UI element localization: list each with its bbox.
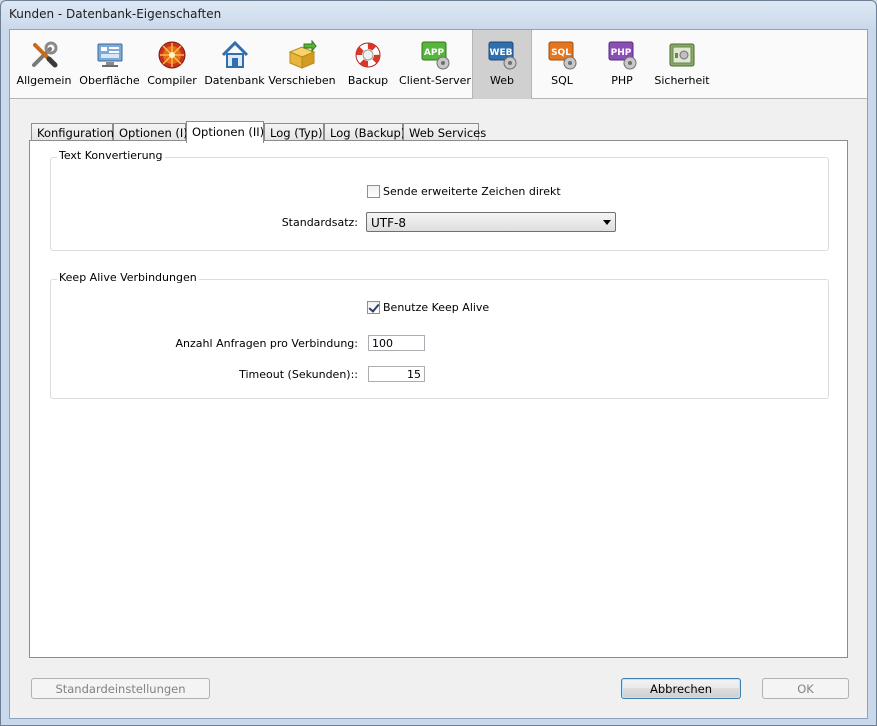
toolbar-item-label: Verschieben [268,74,336,87]
charset-label: Standardsatz: [281,216,358,229]
svg-text:SQL: SQL [551,48,571,58]
options-ii-panel: Text Konvertierung Sende erweiterte Zeic… [29,140,848,658]
group-title: Keep Alive Verbindungen [57,271,199,284]
dialog-window: Kunden - Datenbank-Eigenschaften Allgeme… [0,0,877,726]
svg-text:WEB: WEB [490,48,513,58]
toolbar-item-label: Oberfläche [79,74,140,87]
toolbar-item-oberflaeche[interactable]: Oberfläche [78,30,141,99]
tools-icon [32,41,58,68]
app-server-icon: APP [421,41,450,70]
toolbar-item-label: PHP [611,74,633,87]
text-conversion-group: Text Konvertierung Sende erweiterte Zeic… [50,149,829,251]
toolbar-item-label: Allgemein [16,74,72,87]
toolbar-item-label: Client-Server [399,74,471,87]
timeout-field[interactable]: 15 [368,366,425,382]
charset-select[interactable]: UTF-8 [366,212,616,232]
toolbar-item-label: Web [490,74,514,87]
keep-alive-group: Keep Alive Verbindungen Benutze Keep Ali… [50,271,829,399]
tab-optionen-ii[interactable]: Optionen (II) [186,121,264,143]
toolbar-item-datenbank[interactable]: Datenbank [203,30,266,99]
monitor-icon [97,43,122,67]
compiler-disc-icon [158,41,186,69]
cancel-button[interactable]: Abbrechen [621,678,741,699]
send-extended-chars-label: Sende erweiterte Zeichen direkt [383,185,561,198]
toolbar-item-backup[interactable]: Backup [338,30,398,99]
toolbar-item-web[interactable]: WEB Web [472,30,532,99]
use-keep-alive-label: Benutze Keep Alive [383,301,490,314]
toolbar-item-label: Backup [347,74,389,87]
use-keep-alive-checkbox[interactable] [367,301,380,314]
toolbar-item-client-server[interactable]: APP Client-Server [398,30,472,99]
toolbar-item-allgemein[interactable]: Allgemein [10,30,78,99]
requests-per-connection-label: Anzahl Anfragen pro Verbindung: [175,337,358,350]
ok-button[interactable]: OK [762,678,849,699]
toolbar-item-label: SQL [551,74,573,87]
php-server-icon: PHP [608,41,637,70]
defaults-button[interactable]: Standardeinstellungen [31,678,210,699]
svg-text:PHP: PHP [611,48,632,58]
toolbar-item-sicherheit[interactable]: Sicherheit [652,30,712,99]
group-title: Text Konvertierung [57,149,165,162]
category-toolbar: Allgemein Oberfläche Compiler Datenbank … [10,30,867,99]
lifebuoy-icon [355,42,381,68]
toolbar-item-sql[interactable]: SQL SQL [532,30,592,99]
safe-icon [669,43,695,67]
dialog-client-area: Allgemein Oberfläche Compiler Datenbank … [9,29,868,719]
toolbar-item-php[interactable]: PHP PHP [592,30,652,99]
timeout-label: Timeout (Sekunden):: [239,368,358,381]
send-extended-chars-checkbox[interactable] [367,185,380,198]
web-server-icon: WEB [488,41,517,70]
sql-server-icon: SQL [548,41,577,70]
toolbar-item-verschieben[interactable]: Verschieben [266,30,338,99]
toolbar-item-label: Datenbank [204,74,265,87]
house-icon [221,40,248,68]
toolbar-item-label: Compiler [147,74,197,87]
charset-select-value: UTF-8 [371,216,406,230]
box-arrow-icon [288,40,317,69]
window-title: Kunden - Datenbank-Eigenschaften [9,7,222,21]
chevron-down-icon [603,220,611,225]
svg-text:APP: APP [424,48,445,58]
requests-per-connection-field[interactable]: 100 [368,335,425,351]
toolbar-item-compiler[interactable]: Compiler [141,30,203,99]
toolbar-item-label: Sicherheit [654,74,710,87]
